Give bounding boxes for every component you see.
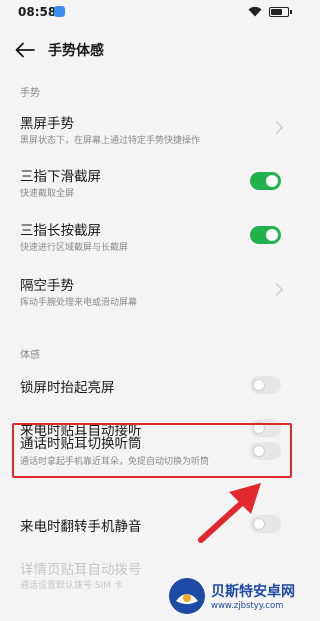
row-screen-off-gesture[interactable]: 黑屏手势 黑屏状态下，在屏幕上通过特定手势快捷操作 <box>0 104 301 150</box>
status-bar: 08:58 <box>0 0 301 26</box>
watermark-name: 贝斯特安卓网 <box>211 584 295 600</box>
watermark-url: www.zjbstyy.com <box>211 601 284 611</box>
back-arrow-icon[interactable] <box>14 41 36 59</box>
toggle-three-finger-swipe[interactable] <box>250 172 281 190</box>
battery-icon <box>269 6 292 17</box>
toggle-raise-to-wake[interactable] <box>250 376 281 394</box>
row-subtitle: 黑屏状态下，在屏幕上通过特定手势快捷操作 <box>20 136 201 146</box>
status-icons <box>248 6 292 17</box>
row-three-finger-swipe[interactable]: 三指下滑截屏 快速截取全屏 <box>0 158 301 204</box>
section-label-gestures: 手势 <box>20 88 40 99</box>
row-title: 锁屏时抬起亮屏 <box>20 380 115 396</box>
annotation-arrow-icon <box>198 483 261 543</box>
row-subtitle: 挥动手腕处理来电或滑动屏幕 <box>20 298 138 308</box>
wifi-icon <box>248 6 262 17</box>
row-title: 隔空手势 <box>20 278 74 294</box>
row-raise-to-wake[interactable]: 锁屏时抬起亮屏 <box>0 370 301 400</box>
row-three-finger-hold[interactable]: 三指长按截屏 快速进行区域截屏与长截屏 <box>0 212 301 258</box>
row-subtitle: 快速截取全屏 <box>20 189 75 199</box>
toggle-knob <box>253 379 265 391</box>
page-header: 手势体感 <box>0 34 301 66</box>
status-time: 08:58 <box>18 5 57 19</box>
chevron-right-icon <box>270 121 283 134</box>
row-air-gesture[interactable]: 隔空手势 挥动手腕处理来电或滑动屏幕 <box>0 266 301 312</box>
row-title: 详情页贴耳自动拨号 <box>20 562 142 578</box>
chevron-right-icon <box>270 283 283 296</box>
toggle-three-finger-hold[interactable] <box>250 226 281 244</box>
battery-level <box>271 8 282 15</box>
row-title: 来电时翻转手机静音 <box>20 519 142 535</box>
toggle-knob <box>266 175 278 187</box>
row-subtitle: 快速进行区域截屏与长截屏 <box>20 243 129 253</box>
highlight-box <box>12 423 292 478</box>
row-title: 三指下滑截屏 <box>20 169 101 185</box>
section-label-motion: 体感 <box>20 350 40 361</box>
row-title: 三指长按截屏 <box>20 223 101 239</box>
app-notification-icon <box>54 6 65 17</box>
row-title: 黑屏手势 <box>20 116 74 132</box>
watermark-logo-icon <box>169 578 205 614</box>
toggle-knob <box>266 229 278 241</box>
row-subtitle: 通话设置默认拨号 SIM 卡 <box>20 581 123 591</box>
page-title: 手势体感 <box>48 43 104 59</box>
watermark: 贝斯特安卓网 www.zjbstyy.com <box>168 577 295 615</box>
